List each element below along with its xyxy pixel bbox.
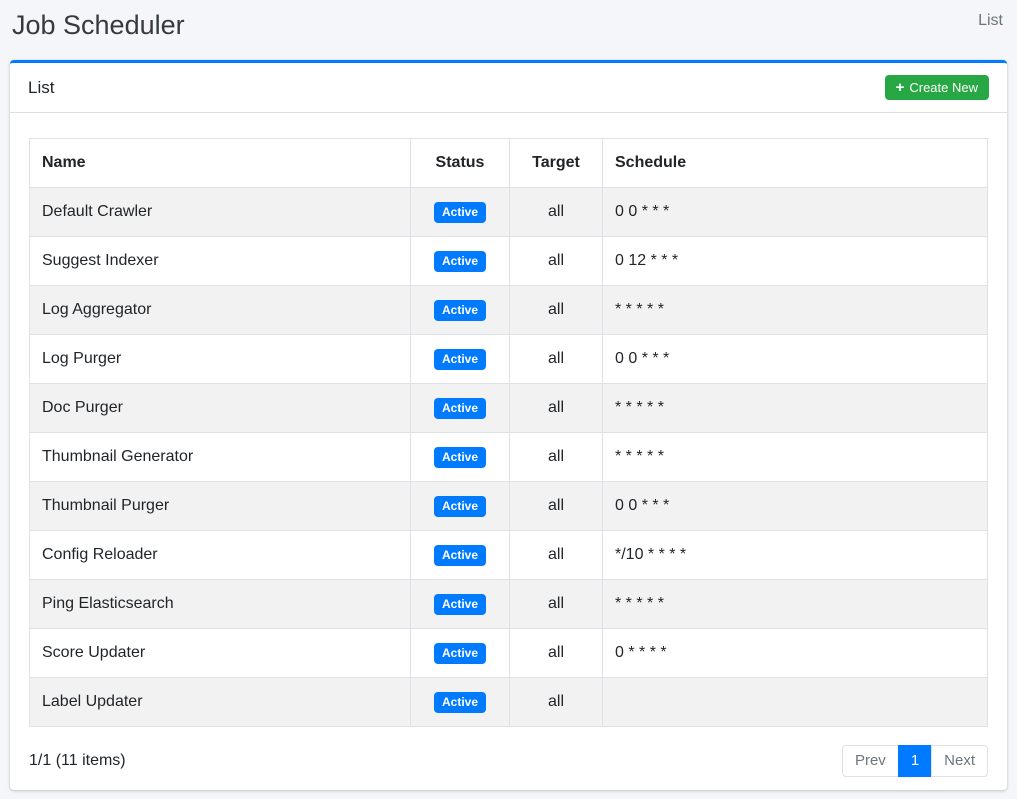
job-schedule-cell: 0 0 * * * [603, 188, 988, 237]
card-header: List + Create New [10, 63, 1007, 113]
job-target-cell: all [510, 629, 603, 678]
status-badge: Active [434, 300, 486, 321]
job-name-cell: Log Aggregator [30, 286, 411, 335]
job-schedule-cell: 0 * * * * [603, 629, 988, 678]
job-target-cell: all [510, 678, 603, 727]
table-row[interactable]: Default Crawler Active all 0 0 * * * [30, 188, 988, 237]
job-target-cell: all [510, 580, 603, 629]
job-status-cell: Active [411, 482, 510, 531]
pagination-prev-button[interactable]: Prev [842, 745, 899, 777]
job-schedule-cell: * * * * * [603, 286, 988, 335]
job-status-cell: Active [411, 188, 510, 237]
job-target-cell: all [510, 384, 603, 433]
job-status-cell: Active [411, 433, 510, 482]
job-name-cell: Ping Elasticsearch [30, 580, 411, 629]
status-badge: Active [434, 349, 486, 370]
page-title: Job Scheduler [12, 7, 185, 43]
job-target-cell: all [510, 237, 603, 286]
job-name-cell: Config Reloader [30, 531, 411, 580]
job-status-cell: Active [411, 335, 510, 384]
job-schedule-cell: 0 12 * * * [603, 237, 988, 286]
create-new-button[interactable]: + Create New [885, 75, 989, 100]
table-row[interactable]: Ping Elasticsearch Active all * * * * * [30, 580, 988, 629]
job-target-cell: all [510, 335, 603, 384]
job-schedule-cell: * * * * * [603, 433, 988, 482]
table-row[interactable]: Config Reloader Active all */10 * * * * [30, 531, 988, 580]
job-name-cell: Label Updater [30, 678, 411, 727]
status-badge: Active [434, 398, 486, 419]
column-header-target: Target [510, 139, 603, 188]
job-name-cell: Thumbnail Generator [30, 433, 411, 482]
job-name-cell: Thumbnail Purger [30, 482, 411, 531]
job-schedule-cell: */10 * * * * [603, 531, 988, 580]
page-header: Job Scheduler List [0, 0, 1017, 46]
job-schedule-cell: * * * * * [603, 384, 988, 433]
job-target-cell: all [510, 433, 603, 482]
status-badge: Active [434, 692, 486, 713]
table-row[interactable]: Doc Purger Active all * * * * * [30, 384, 988, 433]
status-badge: Active [434, 545, 486, 566]
job-name-cell: Suggest Indexer [30, 237, 411, 286]
job-target-cell: all [510, 188, 603, 237]
table-footer: 1/1 (11 items) Prev 1 Next [29, 745, 988, 777]
status-badge: Active [434, 594, 486, 615]
job-status-cell: Active [411, 629, 510, 678]
job-table-body: Default Crawler Active all 0 0 * * * Sug… [30, 188, 988, 727]
job-name-cell: Score Updater [30, 629, 411, 678]
status-badge: Active [434, 496, 486, 517]
create-new-button-label: Create New [909, 80, 978, 95]
job-name-cell: Default Crawler [30, 188, 411, 237]
job-name-cell: Doc Purger [30, 384, 411, 433]
job-status-cell: Active [411, 531, 510, 580]
job-status-cell: Active [411, 384, 510, 433]
table-row[interactable]: Score Updater Active all 0 * * * * [30, 629, 988, 678]
job-schedule-cell: * * * * * [603, 580, 988, 629]
job-target-cell: all [510, 286, 603, 335]
table-row[interactable]: Log Aggregator Active all * * * * * [30, 286, 988, 335]
job-schedule-cell [603, 678, 988, 727]
pagination: Prev 1 Next [842, 745, 988, 777]
status-badge: Active [434, 447, 486, 468]
table-header-row: Name Status Target Schedule [30, 139, 988, 188]
table-row[interactable]: Thumbnail Generator Active all * * * * * [30, 433, 988, 482]
job-target-cell: all [510, 531, 603, 580]
status-badge: Active [434, 643, 486, 664]
column-header-status: Status [411, 139, 510, 188]
status-badge: Active [434, 202, 486, 223]
job-schedule-cell: 0 0 * * * [603, 482, 988, 531]
table-row[interactable]: Thumbnail Purger Active all 0 0 * * * [30, 482, 988, 531]
table-row[interactable]: Log Purger Active all 0 0 * * * [30, 335, 988, 384]
card-title: List [28, 78, 54, 98]
result-summary: 1/1 (11 items) [29, 752, 126, 770]
pagination-page-button[interactable]: 1 [898, 745, 932, 777]
table-row[interactable]: Label Updater Active all [30, 678, 988, 727]
job-status-cell: Active [411, 237, 510, 286]
list-card: List + Create New Name Status Target Sch… [10, 60, 1007, 790]
table-row[interactable]: Suggest Indexer Active all 0 12 * * * [30, 237, 988, 286]
job-target-cell: all [510, 482, 603, 531]
job-status-cell: Active [411, 678, 510, 727]
column-header-schedule: Schedule [603, 139, 988, 188]
card-body: Name Status Target Schedule Default Craw… [10, 113, 1007, 777]
job-table: Name Status Target Schedule Default Craw… [29, 138, 988, 727]
job-name-cell: Log Purger [30, 335, 411, 384]
job-status-cell: Active [411, 580, 510, 629]
breadcrumb: List [978, 7, 1003, 30]
job-schedule-cell: 0 0 * * * [603, 335, 988, 384]
column-header-name: Name [30, 139, 411, 188]
job-status-cell: Active [411, 286, 510, 335]
plus-icon: + [896, 81, 905, 94]
pagination-next-button[interactable]: Next [931, 745, 988, 777]
status-badge: Active [434, 251, 486, 272]
